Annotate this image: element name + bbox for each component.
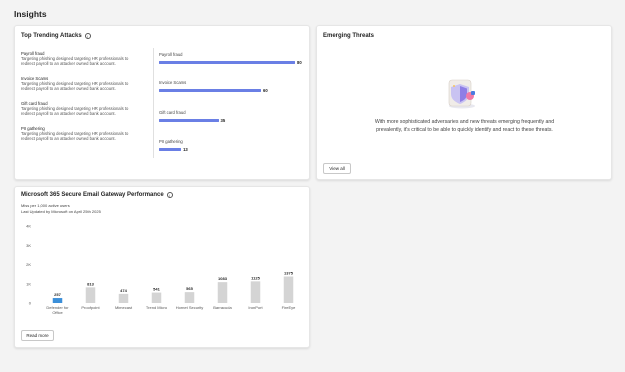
bar-row: 35 [159, 118, 225, 123]
bar-data-label: 1375 [284, 271, 294, 276]
divider [153, 48, 154, 158]
attack-desc: redirect payroll to an attacker owned ba… [21, 86, 116, 91]
emerging-text-line: With more sophisticated adversaries and … [374, 119, 555, 125]
attack-desc: redirect payroll to an attacker owned ba… [21, 61, 116, 66]
emerging-text-line: prevalently, it's critical to be able to… [376, 127, 553, 133]
chart-bar [184, 292, 195, 303]
x-category-label: Mimecast [115, 305, 133, 310]
bar-row: 13 [159, 147, 188, 152]
bar-data-label: 257 [54, 292, 61, 297]
y-tick-label: 2K [26, 262, 31, 267]
threat-shield-icon [448, 79, 475, 109]
bar-value: 60 [263, 88, 268, 93]
emerging-threats-card: Emerging Threats With more sophisticated… [316, 25, 612, 180]
bar-row: 80 [159, 60, 302, 65]
bar-data-label: 1083 [218, 276, 228, 281]
y-axis-ticks: 0 1K 2K 3K 4K [26, 224, 32, 306]
y-tick-label: 3K [26, 243, 31, 248]
read-more-button[interactable]: Read more [21, 330, 54, 341]
x-category-label: Office [52, 310, 63, 315]
x-category-label: Proofpoint [81, 305, 100, 310]
bar-label: Payroll fraud [159, 52, 183, 57]
y-tick-label: 1K [26, 281, 31, 286]
view-all-button[interactable]: View all [323, 163, 351, 174]
top-trending-title-text: Top Trending Attacks [21, 33, 82, 39]
attack-desc: redirect payroll to an attacker owned ba… [21, 136, 116, 141]
chart-bars: 257Defender forOffice813Proofpoint474Mim… [46, 271, 296, 315]
x-category-label: Trend Micro [146, 305, 168, 310]
attack-bar-group: PII gathering 13 [159, 139, 188, 152]
attack-bar-group: Gift card fraud 35 [159, 110, 225, 123]
emerging-threats-title: Emerging Threats [323, 33, 374, 39]
attack-item: Gift card fraud Targeting phishing desig… [21, 101, 151, 116]
chart-bar [217, 282, 228, 303]
chart-bar [118, 293, 129, 303]
attack-item: PII gathering Targeting phishing designe… [21, 126, 151, 141]
x-category-label: FireEye [282, 305, 297, 310]
bar-data-label: 813 [87, 281, 94, 286]
attack-bar [159, 118, 219, 123]
bar-value: 13 [183, 147, 188, 152]
chart-bar [151, 292, 162, 303]
emerging-threats-title-text: Emerging Threats [323, 33, 375, 39]
attack-item: Payroll fraud Targeting phishing designe… [21, 51, 151, 66]
attack-bar [159, 147, 182, 152]
gateway-performance-card: Microsoft 365 Secure Email Gateway Perfo… [14, 186, 310, 348]
page-title: Insights [14, 9, 47, 19]
gateway-bar-chart: 01K2K3K4K 257Defender forOffice813Proofp… [26, 224, 296, 316]
x-category-label: Barracuda [213, 305, 232, 310]
attack-bar [159, 88, 261, 93]
bar-value: 80 [297, 60, 302, 65]
attack-desc: redirect payroll to an attacker owned ba… [21, 111, 116, 116]
bar-row: 60 [159, 88, 268, 93]
attack-list: Payroll fraud Targeting phishing designe… [21, 51, 151, 151]
chart-bar [250, 281, 261, 303]
top-trending-title: Top Trending Attacks i [21, 33, 91, 39]
y-tick-label: 0 [29, 301, 32, 306]
emerging-threats-text: With more sophisticated adversaries and … [347, 118, 582, 134]
attack-bar [159, 60, 295, 65]
bar-data-label: 565 [186, 286, 193, 291]
top-trending-attacks-card: Top Trending Attacks i Payroll fraud Tar… [14, 25, 310, 180]
y-tick-label: 4K [26, 224, 31, 229]
attack-bar-group: Payroll fraud 80 [159, 52, 302, 65]
bar-label: PII gathering [159, 139, 183, 144]
x-category-label: Hornet Security [176, 305, 204, 310]
chart-bar [52, 298, 63, 303]
bar-label: Gift card fraud [159, 110, 186, 115]
info-icon[interactable]: i [84, 33, 91, 39]
bar-data-label: 541 [153, 287, 160, 292]
bar-value: 35 [220, 118, 226, 123]
bar-label: Invoice Scams [159, 80, 187, 85]
chart-bar [85, 287, 96, 303]
chart-bar [283, 276, 294, 303]
bar-data-label: 474 [120, 288, 127, 293]
attack-bar-group: Invoice Scams 60 [159, 80, 268, 93]
bar-data-label: 1125 [251, 275, 260, 280]
attack-item: Invoice Scams Targeting phishing designe… [21, 76, 151, 91]
x-category-label: IronPort [248, 305, 263, 310]
